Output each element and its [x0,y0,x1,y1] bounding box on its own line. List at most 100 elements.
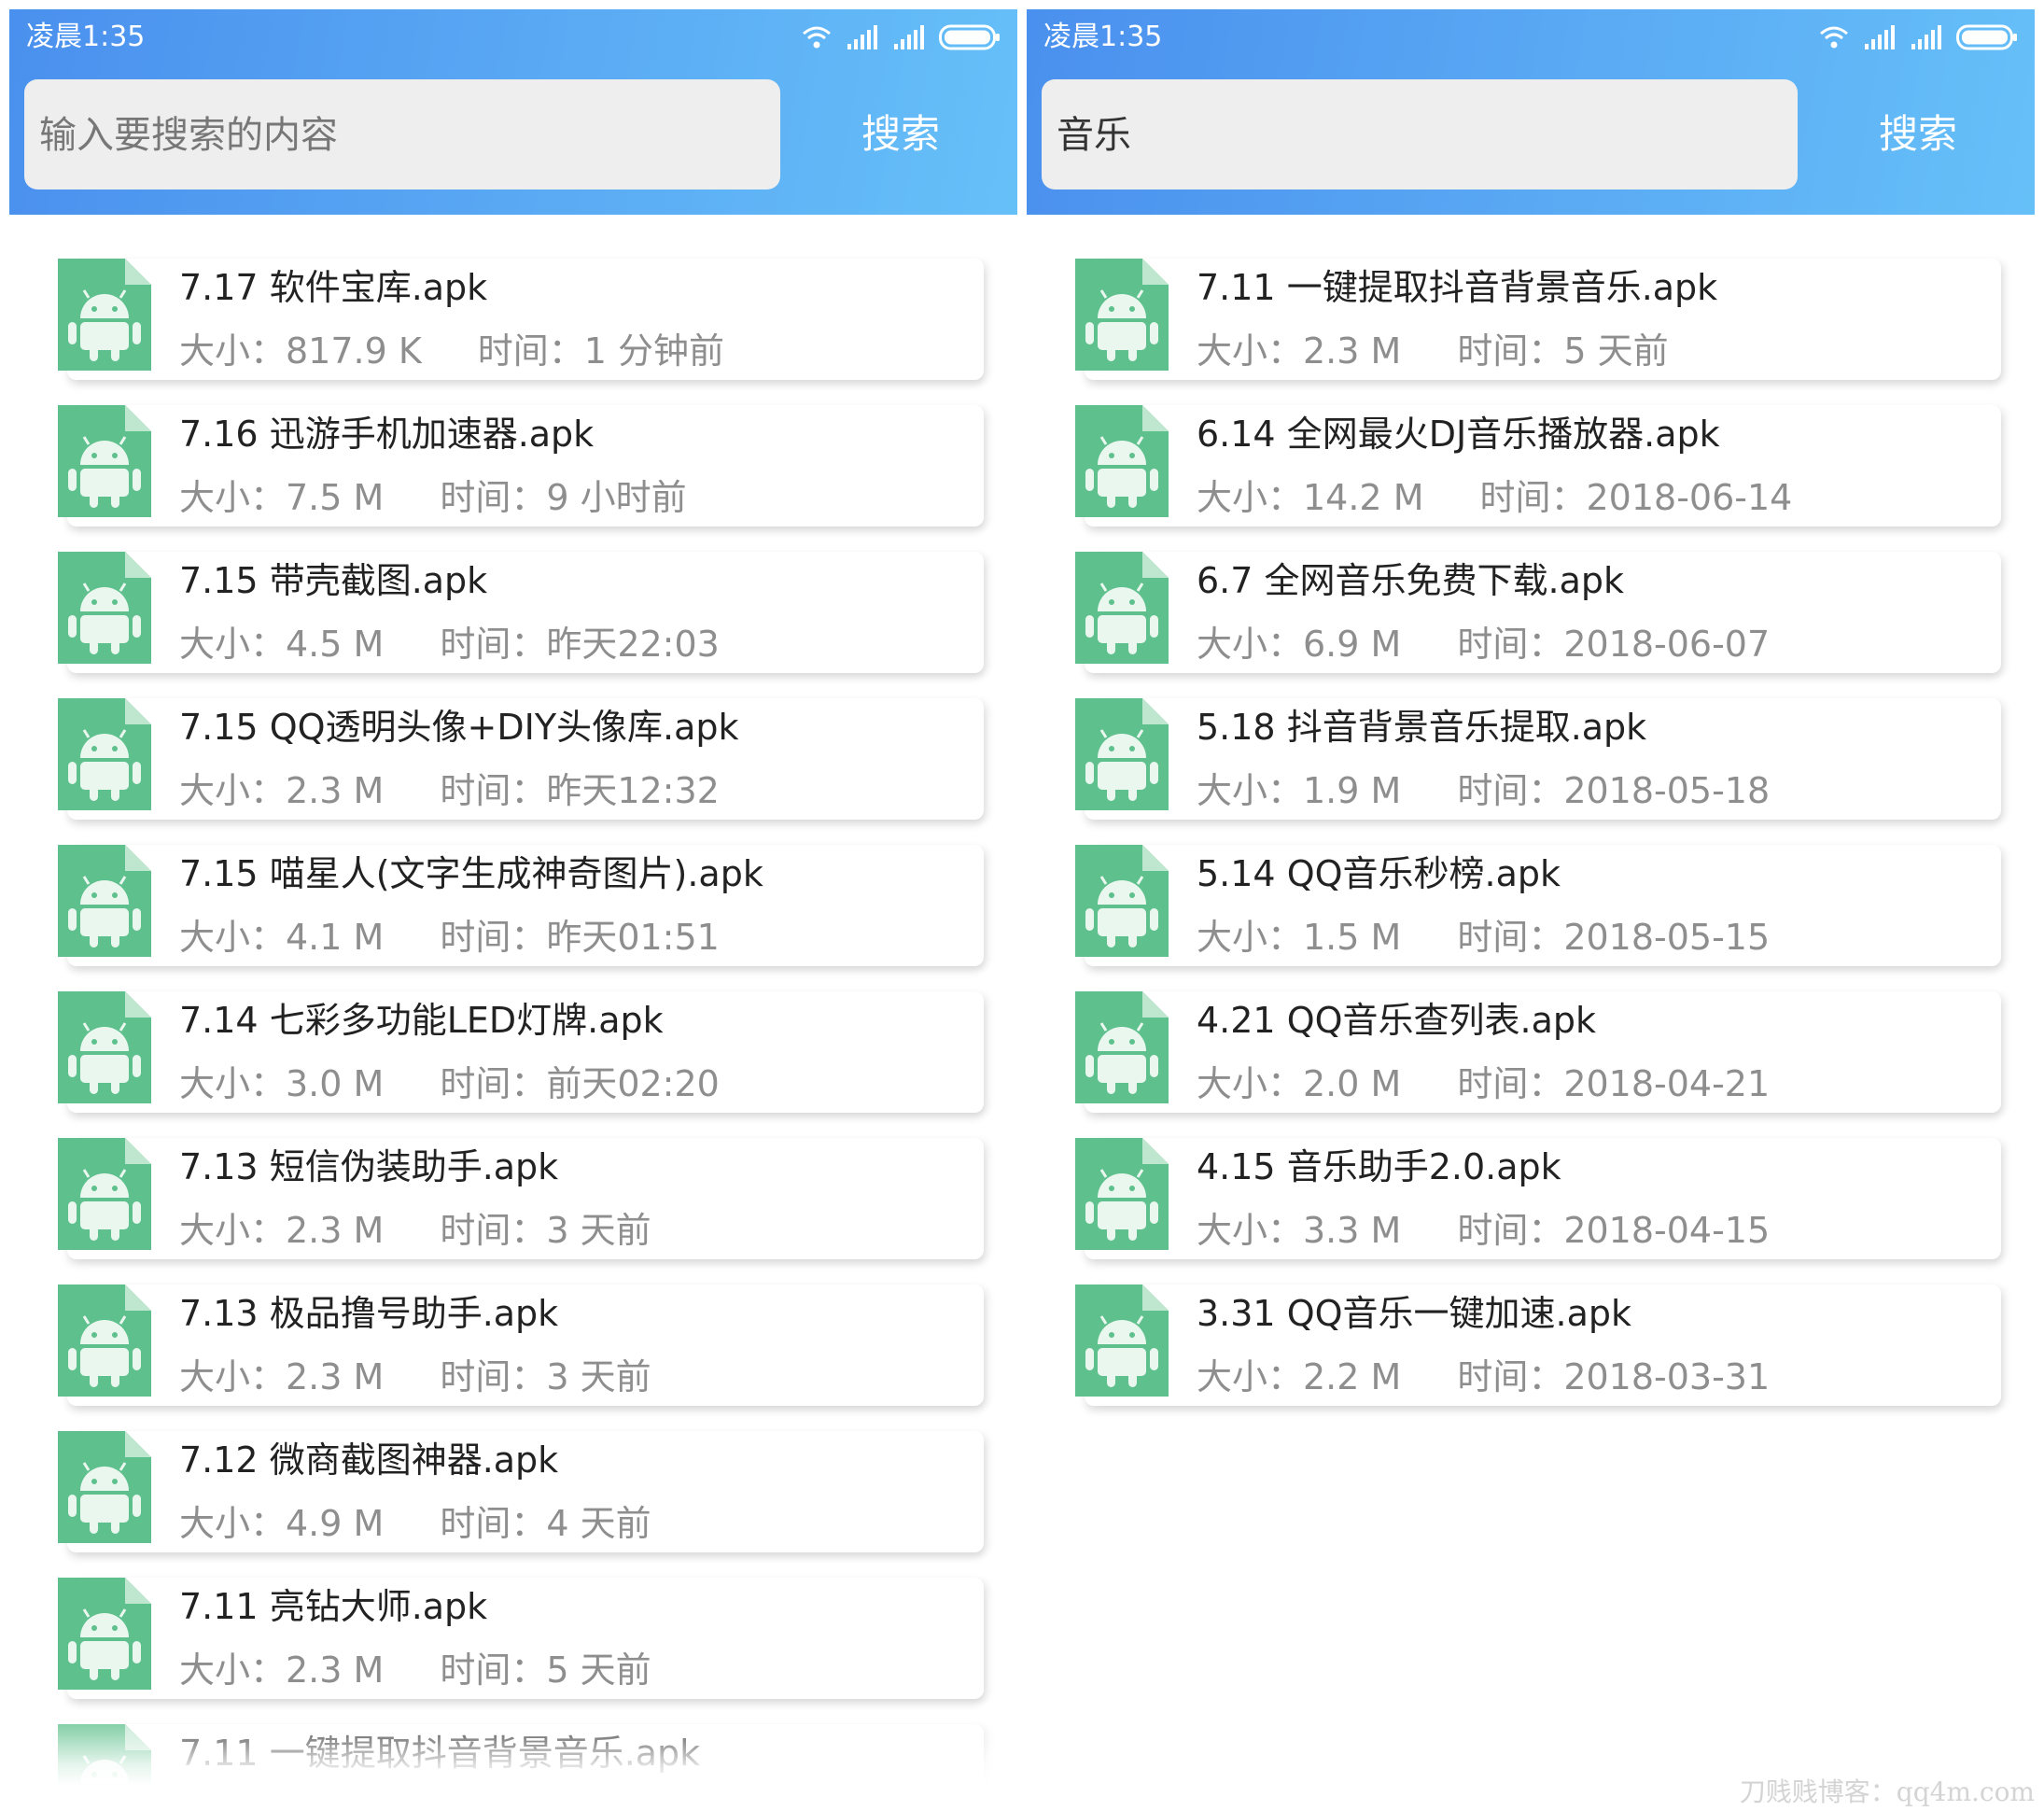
status-bar: 凌晨1:35 [9,9,1017,65]
list-item[interactable]: 7.11 亮钻大师.apk 大小：2.3 M 时间：5 天前 [58,1578,984,1706]
file-size: 大小：2.3 M [179,1650,385,1691]
file-size: 大小：7.5 M [179,477,385,518]
file-name: 7.17 软件宝库.apk [179,267,488,308]
file-meta: 大小：2.3 M 时间：昨天12:32 [179,769,720,812]
file-name: 7.13 短信伪装助手.apk [179,1146,559,1187]
search-button[interactable]: 搜索 [803,79,999,190]
android-apk-icon [58,1578,151,1690]
list-item[interactable]: 4.21 QQ音乐查列表.apk 大小：2.0 M 时间：2018-04-21 [1075,991,2001,1120]
list-item[interactable]: 7.11 一键提取抖音背景音乐.apk 大小：2.3 M 时间：5 天前 [1075,259,2001,387]
list-item[interactable]: 6.7 全网音乐免费下载.apk 大小：6.9 M 时间：2018-06-07 [1075,552,2001,681]
status-time: 凌晨1:35 [1043,21,1163,53]
search-header: 凌晨1:35 音乐 搜索 [1027,9,2035,215]
file-meta: 大小：6.9 M 时间：2018-06-07 [1197,623,1770,666]
file-meta: 大小：2.3 M 时间：3 天前 [179,1355,651,1398]
file-size: 大小：4.1 M [179,917,385,958]
file-name: 7.11 一键提取抖音背景音乐.apk [1197,267,1718,308]
right-screen: 凌晨1:35 音乐 搜索 7.11 一键提取抖音背景音乐.apk 大小：2.3 … [1027,9,2035,1806]
list-item[interactable]: 7.11 一键提取抖音背景音乐.apk [58,1724,984,1806]
android-apk-icon [58,1285,151,1397]
android-apk-icon [1075,698,1169,810]
file-meta: 大小：1.5 M 时间：2018-05-15 [1197,916,1770,959]
list-item[interactable]: 7.17 软件宝库.apk 大小：817.9 K 时间：1 分钟前 [58,259,984,387]
battery-icon [1956,24,2018,50]
android-apk-icon [58,845,151,957]
file-meta: 大小：2.3 M 时间：5 天前 [1197,330,1669,372]
file-time: 时间：2018-04-21 [1457,1063,1771,1104]
list-item[interactable]: 7.12 微商截图神器.apk 大小：4.9 M 时间：4 天前 [58,1431,984,1560]
wifi-icon [801,25,833,49]
android-apk-icon [1075,1285,1169,1397]
file-size: 大小：2.3 M [179,1356,385,1397]
file-name: 7.16 迅游手机加速器.apk [179,414,595,455]
file-meta: 大小：14.2 M 时间：2018-06-14 [1197,476,1792,519]
file-size: 大小：3.0 M [179,1063,385,1104]
file-name: 6.14 全网最火DJ音乐播放器.apk [1197,414,1720,455]
file-time: 时间：3 天前 [440,1210,651,1251]
file-size: 大小：1.9 M [1197,770,1402,811]
file-name: 7.15 QQ透明头像+DIY头像库.apk [179,707,739,748]
list-item[interactable]: 7.15 带壳截图.apk 大小：4.5 M 时间：昨天22:03 [58,552,984,681]
file-time: 时间：昨天22:03 [440,624,720,665]
file-name: 7.15 带壳截图.apk [179,560,488,601]
file-time: 时间：2018-03-31 [1457,1356,1771,1397]
signal-icon-2 [1910,25,1943,49]
file-name: 5.18 抖音背景音乐提取.apk [1197,707,1647,748]
android-apk-icon [1075,405,1169,517]
list-item[interactable]: 7.13 短信伪装助手.apk 大小：2.3 M 时间：3 天前 [58,1138,984,1267]
list-item[interactable]: 7.15 QQ透明头像+DIY头像库.apk 大小：2.3 M 时间：昨天12:3… [58,698,984,827]
list-item[interactable]: 4.15 音乐助手2.0.apk 大小：3.3 M 时间：2018-04-15 [1075,1138,2001,1267]
file-time: 时间：2018-05-15 [1457,917,1771,958]
android-apk-icon [1075,845,1169,957]
file-meta [179,1795,235,1806]
file-meta: 大小：2.2 M 时间：2018-03-31 [1197,1355,1770,1398]
file-meta: 大小：2.3 M 时间：3 天前 [179,1209,651,1252]
file-meta: 大小：7.5 M 时间：9 小时前 [179,476,687,519]
list-item[interactable]: 3.31 QQ音乐一键加速.apk 大小：2.2 M 时间：2018-03-31 [1075,1285,2001,1413]
file-meta: 大小：1.9 M 时间：2018-05-18 [1197,769,1770,812]
list-item[interactable]: 7.14 七彩多功能LED灯牌.apk 大小：3.0 M 时间：前天02:20 [58,991,984,1120]
search-header: 凌晨1:35 输入要搜索的内容 搜索 [9,9,1017,215]
list-item[interactable]: 7.16 迅游手机加速器.apk 大小：7.5 M 时间：9 小时前 [58,405,984,534]
file-meta: 大小：2.3 M 时间：5 天前 [179,1649,651,1692]
android-apk-icon [58,991,151,1103]
file-name: 4.21 QQ音乐查列表.apk [1197,1000,1597,1041]
android-apk-icon [58,1724,151,1806]
file-meta: 大小：4.5 M 时间：昨天22:03 [179,623,720,666]
status-time: 凌晨1:35 [26,21,146,53]
file-name: 7.13 极品撸号助手.apk [179,1293,559,1334]
file-time: 时间：1 分钟前 [477,330,725,372]
list-item[interactable]: 5.18 抖音背景音乐提取.apk 大小：1.9 M 时间：2018-05-18 [1075,698,2001,827]
file-time: 时间：5 天前 [1457,330,1669,372]
battery-icon [939,24,1001,50]
signal-icon [1863,25,1897,49]
file-size: 大小：2.2 M [1197,1356,1402,1397]
file-size: 大小：4.5 M [179,624,385,665]
file-size: 大小：14.2 M [1197,477,1424,518]
file-size: 大小：2.0 M [1197,1063,1402,1104]
file-time: 时间：3 天前 [440,1356,651,1397]
signal-icon [846,25,879,49]
signal-icon-2 [892,25,926,49]
file-name: 6.7 全网音乐免费下载.apk [1197,560,1625,601]
file-time: 时间：5 天前 [440,1650,651,1691]
file-name: 7.11 一键提取抖音背景音乐.apk [179,1733,701,1774]
list-item[interactable]: 7.13 极品撸号助手.apk 大小：2.3 M 时间：3 天前 [58,1285,984,1413]
search-input[interactable]: 输入要搜索的内容 [24,79,780,190]
list-item[interactable]: 5.14 QQ音乐秒榜.apk 大小：1.5 M 时间：2018-05-15 [1075,845,2001,974]
search-button[interactable]: 搜索 [1820,79,2016,190]
file-size: 大小：817.9 K [179,330,422,372]
file-time: 时间：4 天前 [440,1503,651,1544]
file-time: 时间：9 小时前 [440,477,687,518]
file-size: 大小：1.5 M [1197,917,1402,958]
file-name: 7.12 微商截图神器.apk [179,1439,559,1481]
android-apk-icon [1075,991,1169,1103]
list-item[interactable]: 6.14 全网最火DJ音乐播放器.apk 大小：14.2 M 时间：2018-06… [1075,405,2001,534]
file-time: 时间：2018-05-18 [1457,770,1771,811]
search-input[interactable]: 音乐 [1042,79,1798,190]
file-size: 大小：4.9 M [179,1503,385,1544]
wifi-icon [1818,25,1850,49]
android-apk-icon [58,1138,151,1250]
list-item[interactable]: 7.15 喵星人(文字生成神奇图片).apk 大小：4.1 M 时间：昨天01:5… [58,845,984,974]
file-name: 7.11 亮钻大师.apk [179,1586,488,1627]
